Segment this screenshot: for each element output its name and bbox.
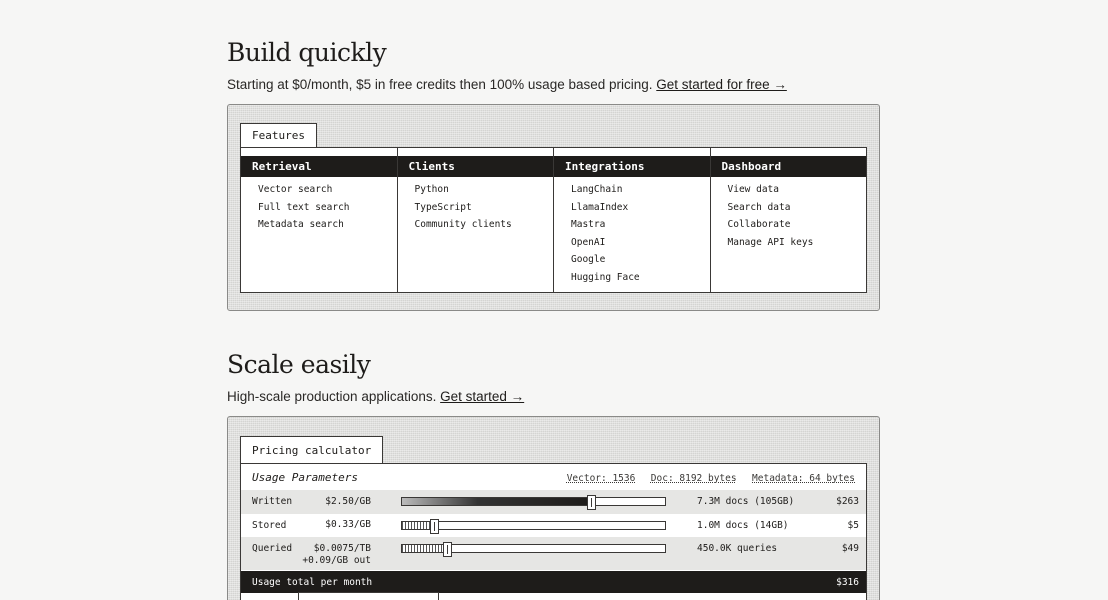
- feature-item: Search data: [727, 201, 791, 213]
- feature-item: OpenAI: [571, 236, 606, 248]
- row-price: $0.0075/TB +0.09/GB out: [301, 543, 371, 567]
- metadata-size-label[interactable]: Metadata: 64 bytes: [752, 473, 855, 484]
- row-quantity: 450.0K queries: [697, 543, 778, 554]
- feature-item: Mastra: [571, 219, 606, 231]
- row-price-line1: $0.0075/TB: [313, 543, 371, 554]
- feature-item: Full text search: [258, 201, 350, 213]
- feature-column-clients: Clients Python TypeScript Community clie…: [397, 148, 554, 292]
- feature-item: Vector search: [258, 184, 333, 195]
- pricing-calculator-tab[interactable]: Pricing calculator: [240, 436, 384, 463]
- feature-item: Manage API keys: [727, 236, 814, 248]
- feature-column-retrieval: Retrieval Vector search Full text search…: [241, 148, 398, 292]
- feature-item: TypeScript: [414, 201, 472, 213]
- get-started-free-link[interactable]: Get started for free →: [656, 77, 787, 92]
- build-subtitle-text: Starting at $0/month, $5 in free credits…: [227, 77, 653, 92]
- row-cost: $263: [836, 496, 859, 508]
- build-heading: Build quickly: [227, 38, 387, 67]
- feature-item: Python: [414, 184, 449, 195]
- slider-handle[interactable]: [442, 542, 452, 557]
- scale-subtitle-text: High-scale production applications.: [227, 389, 437, 404]
- feature-column-integrations: Integrations LangChain LlamaIndex Mastra…: [554, 148, 711, 292]
- scale-section: Scale easily High-scale production appli…: [227, 350, 880, 404]
- row-quantity: 1.0M docs (14GB): [697, 519, 789, 531]
- feature-item: LlamaIndex: [571, 201, 629, 213]
- slider-handle[interactable]: [429, 518, 439, 534]
- slider-handle[interactable]: [587, 495, 597, 510]
- features-table: Retrieval Vector search Full text search…: [240, 147, 867, 293]
- total-label: Usage total per month: [252, 576, 373, 588]
- column-header: Retrieval: [241, 156, 397, 177]
- usage-title: Usage Parameters: [252, 470, 358, 484]
- doc-size-label[interactable]: Doc: 8192 bytes: [651, 473, 737, 484]
- get-started-link[interactable]: Get started →: [440, 389, 524, 404]
- features-panel: Features Retrieval Vector search Full te…: [227, 104, 880, 311]
- written-slider[interactable]: [401, 495, 666, 510]
- column-header: Dashboard: [710, 156, 866, 177]
- build-section: Build quickly Starting at $0/month, $5 i…: [227, 38, 880, 92]
- row-label: Queried: [252, 543, 293, 554]
- feature-item: View data: [727, 184, 779, 195]
- row-label: Stored: [252, 519, 287, 531]
- usage-meta: Vector: 1536 Doc: 8192 bytes Metadata: 6…: [556, 468, 855, 486]
- feature-item: Google: [571, 254, 606, 266]
- feature-item: LangChain: [571, 184, 623, 195]
- scale-subtitle: High-scale production applications. Get …: [227, 389, 880, 404]
- stored-slider[interactable]: [401, 518, 666, 534]
- usage-header: Usage Parameters Vector: 1536 Doc: 8192 …: [241, 464, 866, 490]
- pricing-calculator: Usage Parameters Vector: 1536 Doc: 8192 …: [240, 463, 867, 600]
- row-label: Written: [252, 496, 293, 508]
- total-value: $316: [836, 576, 859, 588]
- feature-item: Metadata search: [258, 219, 344, 231]
- usage-row-stored: Stored $0.33/GB 1.0M docs (14GB) $5: [241, 514, 866, 538]
- column-header: Integrations: [554, 156, 710, 177]
- row-quantity: 7.3M docs (105GB): [697, 496, 795, 508]
- row-price: $2.50/GB: [325, 495, 371, 507]
- row-price: $0.33/GB: [325, 519, 371, 531]
- feature-item: Hugging Face: [571, 271, 640, 283]
- queried-slider[interactable]: [401, 542, 666, 557]
- vector-dim-label[interactable]: Vector: 1536: [567, 473, 636, 484]
- build-subtitle: Starting at $0/month, $5 in free credits…: [227, 77, 880, 92]
- row-cost: $5: [847, 519, 859, 531]
- usage-total-bar: Usage total per month $316: [241, 571, 866, 593]
- feature-item: Community clients: [414, 219, 512, 231]
- feature-column-dashboard: Dashboard View data Search data Collabor…: [710, 148, 866, 292]
- feature-item: Collaborate: [727, 219, 791, 231]
- next-tab-edge: [298, 592, 439, 600]
- row-price-line2: +0.09/GB out: [302, 555, 371, 566]
- usage-row-queried: Queried $0.0075/TB +0.09/GB out 450.0K q…: [241, 537, 866, 570]
- features-tab[interactable]: Features: [240, 123, 317, 147]
- pricing-panel: Pricing calculator Usage Parameters Vect…: [227, 416, 880, 600]
- column-header: Clients: [397, 156, 553, 177]
- row-cost: $49: [841, 543, 859, 554]
- scale-heading: Scale easily: [227, 350, 371, 379]
- usage-row-written: Written $2.50/GB 7.3M docs (105GB) $263: [241, 490, 866, 514]
